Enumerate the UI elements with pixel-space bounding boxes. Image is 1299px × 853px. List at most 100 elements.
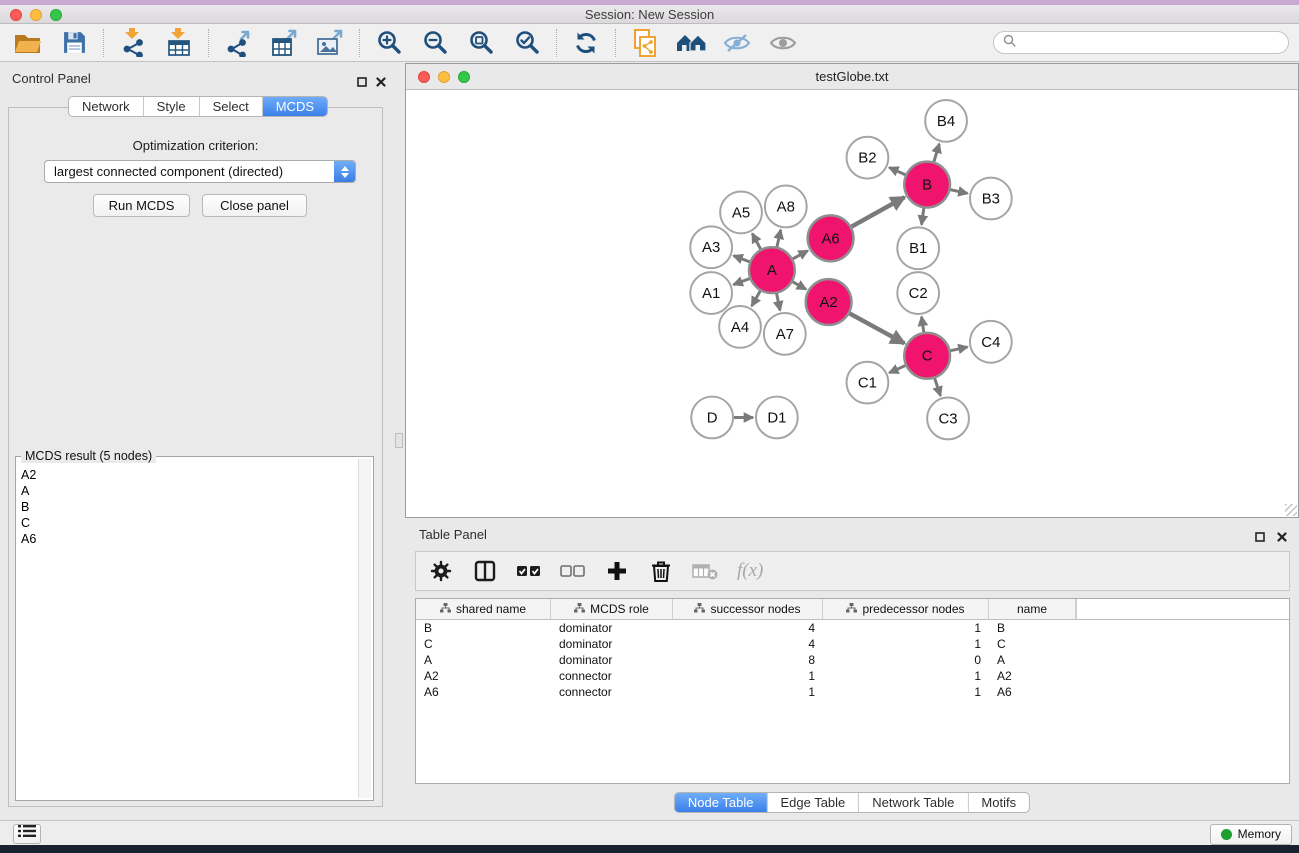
- edge-C-C3[interactable]: [935, 378, 941, 395]
- table-cell[interactable]: dominator: [551, 653, 673, 667]
- table-cell[interactable]: A6: [416, 685, 551, 699]
- float-panel-icon[interactable]: [357, 74, 367, 92]
- close-panel-icon[interactable]: [1277, 529, 1287, 547]
- edge-A-A5[interactable]: [752, 233, 760, 249]
- table-cell[interactable]: B: [989, 621, 1076, 635]
- tab-node-table[interactable]: Node Table: [675, 793, 768, 812]
- column-header-name[interactable]: name: [989, 599, 1076, 619]
- table-cell[interactable]: 4: [673, 637, 823, 651]
- table-cell[interactable]: 1: [823, 621, 989, 635]
- close-panel-icon[interactable]: [376, 74, 386, 92]
- gear-icon[interactable]: [425, 555, 457, 587]
- deselect-all-icon[interactable]: [557, 555, 589, 587]
- export-network-icon[interactable]: [222, 27, 254, 59]
- refresh-icon[interactable]: [570, 27, 602, 59]
- table-row[interactable]: A6connector11A6: [416, 684, 1289, 700]
- table-cell[interactable]: B: [416, 621, 551, 635]
- open-folder-icon[interactable]: [12, 27, 44, 59]
- float-panel-icon[interactable]: [1255, 529, 1265, 547]
- table-cell[interactable]: connector: [551, 685, 673, 699]
- edge-A-A1[interactable]: [734, 279, 750, 285]
- edge-A-A8[interactable]: [777, 230, 781, 247]
- duplicate-network-icon[interactable]: [629, 27, 661, 59]
- zoom-fit-icon[interactable]: [465, 27, 497, 59]
- zoom-out-icon[interactable]: [419, 27, 451, 59]
- network-canvas[interactable]: B4B2BB3A8A5A6A3B1AA1C2A2A4A7C4CC1DD1C3: [407, 91, 1297, 516]
- edge-A-A2[interactable]: [793, 282, 806, 289]
- table-cell[interactable]: C: [416, 637, 551, 651]
- save-icon[interactable]: [58, 27, 90, 59]
- column-header-shared-name[interactable]: shared name: [416, 599, 551, 619]
- tab-edge-table[interactable]: Edge Table: [767, 793, 859, 812]
- hide-selected-icon[interactable]: [721, 27, 753, 59]
- tab-select[interactable]: Select: [200, 97, 263, 116]
- table-row[interactable]: Adominator80A: [416, 652, 1289, 668]
- vertical-splitter-handle[interactable]: [395, 433, 403, 448]
- zoom-in-icon[interactable]: [373, 27, 405, 59]
- column-header-mcds-role[interactable]: MCDS role: [551, 599, 673, 619]
- edge-A6-B[interactable]: [851, 197, 904, 227]
- result-list-item[interactable]: A6: [21, 531, 356, 547]
- zoom-selected-icon[interactable]: [511, 27, 543, 59]
- import-network-icon[interactable]: [117, 27, 149, 59]
- tab-network-table[interactable]: Network Table: [859, 793, 968, 812]
- run-mcds-button[interactable]: Run MCDS: [93, 194, 190, 217]
- table-cell[interactable]: 4: [673, 621, 823, 635]
- table-cell[interactable]: 1: [823, 637, 989, 651]
- table-row[interactable]: Bdominator41B: [416, 620, 1289, 636]
- table-cell[interactable]: 1: [673, 669, 823, 683]
- export-image-icon[interactable]: [314, 27, 346, 59]
- table-cell[interactable]: A: [416, 653, 551, 667]
- table-cell[interactable]: dominator: [551, 621, 673, 635]
- edge-B-B2[interactable]: [889, 167, 905, 174]
- table-cell[interactable]: 1: [673, 685, 823, 699]
- search-field[interactable]: [993, 31, 1289, 54]
- table-cell[interactable]: A: [989, 653, 1076, 667]
- tab-network[interactable]: Network: [69, 97, 144, 116]
- table-cell[interactable]: A2: [416, 669, 551, 683]
- add-icon[interactable]: [601, 555, 633, 587]
- table-cell[interactable]: 0: [823, 653, 989, 667]
- edge-A-A4[interactable]: [752, 291, 760, 306]
- edge-B-B3[interactable]: [950, 190, 967, 194]
- show-panels-button[interactable]: [13, 824, 41, 844]
- tab-motifs[interactable]: Motifs: [968, 793, 1029, 812]
- criterion-dropdown[interactable]: largest connected component (directed): [44, 160, 356, 183]
- table-cell[interactable]: 8: [673, 653, 823, 667]
- table-cell[interactable]: A2: [989, 669, 1076, 683]
- edge-B-B1[interactable]: [922, 208, 924, 224]
- tab-mcds[interactable]: MCDS: [263, 97, 327, 116]
- table-cell[interactable]: C: [989, 637, 1076, 651]
- memory-button[interactable]: Memory: [1210, 824, 1292, 845]
- window-resize-grip[interactable]: [1285, 504, 1297, 516]
- show-all-icon[interactable]: [767, 27, 799, 59]
- table-cell[interactable]: connector: [551, 669, 673, 683]
- edge-B-B4[interactable]: [934, 144, 939, 162]
- delete-icon[interactable]: [645, 555, 677, 587]
- table-row[interactable]: A2connector11A2: [416, 668, 1289, 684]
- search-input[interactable]: [1021, 36, 1279, 50]
- result-list-item[interactable]: C: [21, 515, 356, 531]
- edge-C-C2[interactable]: [922, 317, 924, 332]
- result-scrollbar[interactable]: [358, 459, 371, 798]
- table-cell[interactable]: 1: [823, 669, 989, 683]
- edge-C-C4[interactable]: [950, 347, 967, 351]
- edge-A-A3[interactable]: [734, 256, 750, 262]
- export-table-icon[interactable]: [268, 27, 300, 59]
- columns-icon[interactable]: [469, 555, 501, 587]
- edge-C-C1[interactable]: [889, 366, 905, 373]
- edge-A-A7[interactable]: [777, 294, 780, 311]
- dropdown-stepper-icon[interactable]: [334, 161, 355, 182]
- edge-A2-C[interactable]: [850, 313, 905, 343]
- import-table-icon[interactable]: [163, 27, 195, 59]
- table-cell[interactable]: dominator: [551, 637, 673, 651]
- column-header-predecessor-nodes[interactable]: predecessor nodes: [823, 599, 989, 619]
- result-list-item[interactable]: A2: [21, 467, 356, 483]
- table-row[interactable]: Cdominator41C: [416, 636, 1289, 652]
- edge-A-A6[interactable]: [793, 251, 808, 259]
- select-all-icon[interactable]: [513, 555, 545, 587]
- close-panel-button[interactable]: Close panel: [202, 194, 307, 217]
- tab-style[interactable]: Style: [144, 97, 200, 116]
- table-cell[interactable]: A6: [989, 685, 1076, 699]
- column-header-successor-nodes[interactable]: successor nodes: [673, 599, 823, 619]
